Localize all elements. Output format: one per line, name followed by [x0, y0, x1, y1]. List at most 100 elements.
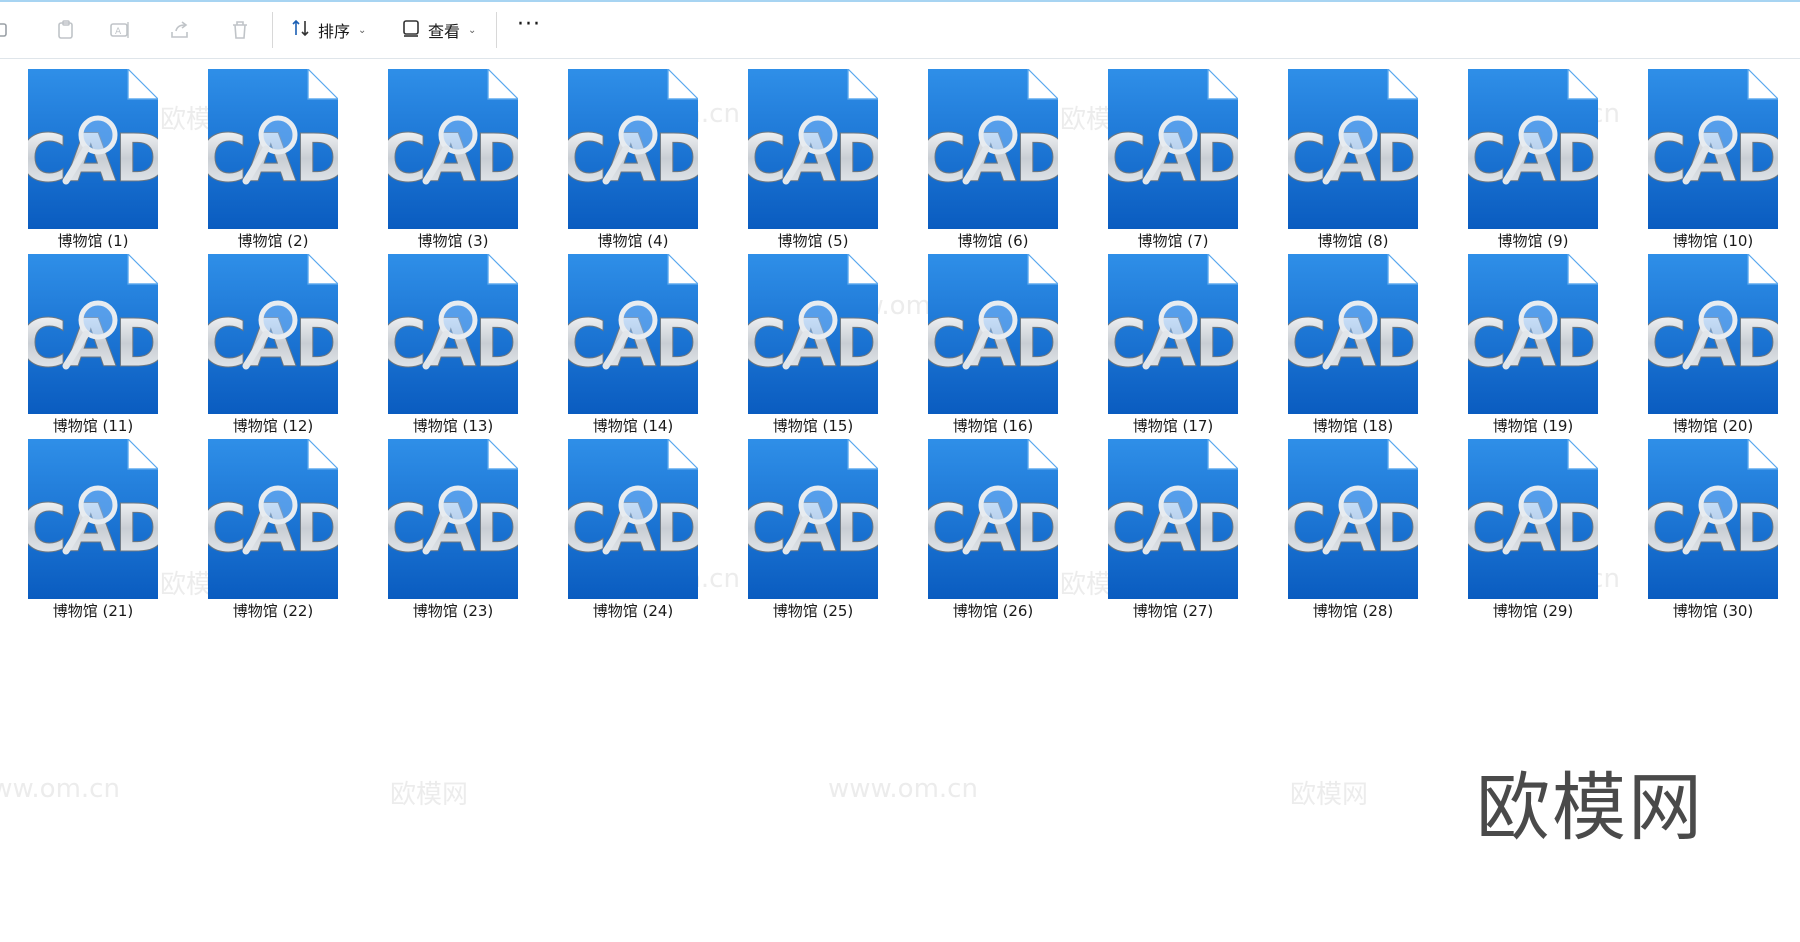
cad-file-icon: CAD	[1638, 252, 1790, 414]
cad-file-icon: CAD	[558, 437, 710, 599]
command-bar: A 排序 ⌄ 查看 ⌄ ···	[0, 2, 1800, 59]
cad-file-icon: CAD	[558, 252, 710, 414]
file-name: 博物馆 (25)	[772, 602, 854, 620]
file-item[interactable]: CAD 博物馆 (26)	[918, 437, 1098, 624]
corner-logo-watermark: 欧模网	[1476, 765, 1704, 851]
cad-file-icon: CAD	[1458, 252, 1610, 414]
file-name: 博物馆 (14)	[592, 417, 674, 435]
file-item[interactable]: CAD 博物馆 (20)	[1638, 252, 1800, 439]
file-item[interactable]: CAD 博物馆 (6)	[918, 67, 1098, 254]
file-item[interactable]: CAD 博物馆 (23)	[378, 437, 558, 624]
file-item[interactable]: CAD 博物馆 (25)	[738, 437, 918, 624]
toolbar-divider	[496, 12, 497, 48]
file-name: 博物馆 (13)	[412, 417, 494, 435]
file-name: 博物馆 (22)	[232, 602, 314, 620]
file-item[interactable]: CAD 博物馆 (24)	[558, 437, 738, 624]
sort-button[interactable]: 排序 ⌄	[290, 16, 366, 44]
file-item[interactable]: CAD 博物馆 (4)	[558, 67, 738, 254]
watermark-site: www.om.cn	[828, 774, 978, 804]
file-item[interactable]: CAD 博物馆 (3)	[378, 67, 558, 254]
file-name: 博物馆 (28)	[1312, 602, 1394, 620]
file-explorer-window: A 排序 ⌄ 查看 ⌄ ··· 欧模网 www.om.cn	[0, 0, 1800, 942]
cad-file-icon: CAD	[1278, 437, 1430, 599]
cad-file-icon: CAD	[1458, 67, 1610, 229]
cad-file-icon: CAD	[1098, 252, 1250, 414]
file-item[interactable]: CAD 博物馆 (9)	[1458, 67, 1638, 254]
toolbar-divider	[272, 12, 273, 48]
file-name: 博物馆 (4)	[597, 232, 669, 250]
file-item[interactable]: CAD 博物馆 (8)	[1278, 67, 1458, 254]
cad-file-icon: CAD	[738, 437, 890, 599]
file-item[interactable]: CAD 博物馆 (17)	[1098, 252, 1278, 439]
file-name: 博物馆 (7)	[1137, 232, 1209, 250]
view-icon	[400, 17, 422, 43]
file-name: 博物馆 (12)	[232, 417, 314, 435]
file-name: 博物馆 (16)	[952, 417, 1034, 435]
cad-file-icon: CAD	[738, 252, 890, 414]
file-item[interactable]: CAD 博物馆 (30)	[1638, 437, 1800, 624]
cad-file-icon: CAD	[1278, 67, 1430, 229]
file-name: 博物馆 (24)	[592, 602, 674, 620]
file-name: 博物馆 (11)	[52, 417, 134, 435]
file-name: 博物馆 (30)	[1672, 602, 1754, 620]
file-item[interactable]: CAD 博物馆 (7)	[1098, 67, 1278, 254]
file-name: 博物馆 (2)	[237, 232, 309, 250]
cad-file-icon: CAD	[1098, 67, 1250, 229]
cad-file-icon: CAD	[378, 252, 530, 414]
file-name: 博物馆 (29)	[1492, 602, 1574, 620]
file-item[interactable]: CAD 博物馆 (22)	[198, 437, 378, 624]
file-item[interactable]: CAD 博物馆 (16)	[918, 252, 1098, 439]
share-icon[interactable]	[168, 18, 192, 42]
cad-file-icon: CAD	[918, 437, 1070, 599]
file-name: 博物馆 (17)	[1132, 417, 1214, 435]
file-item[interactable]: CAD 博物馆 (14)	[558, 252, 738, 439]
cad-file-icon: CAD	[378, 437, 530, 599]
cad-file-icon: CAD	[1638, 67, 1790, 229]
file-name: 博物馆 (10)	[1672, 232, 1754, 250]
file-item[interactable]: CAD 博物馆 (21)	[18, 437, 198, 624]
file-item[interactable]: CAD 博物馆 (13)	[378, 252, 558, 439]
cad-file-icon: CAD	[918, 67, 1070, 229]
cad-file-icon: CAD	[18, 437, 170, 599]
file-item[interactable]: CAD 博物馆 (29)	[1458, 437, 1638, 624]
rename-icon[interactable]: A	[108, 18, 132, 42]
file-item[interactable]: CAD 博物馆 (27)	[1098, 437, 1278, 624]
cad-file-icon: CAD	[18, 252, 170, 414]
cad-file-icon: CAD	[378, 67, 530, 229]
file-item[interactable]: CAD 博物馆 (19)	[1458, 252, 1638, 439]
file-name: 博物馆 (3)	[417, 232, 489, 250]
file-name: 博物馆 (20)	[1672, 417, 1754, 435]
watermark-brand: 欧模网	[1290, 780, 1369, 810]
file-name: 博物馆 (6)	[957, 232, 1029, 250]
cad-file-icon: CAD	[1278, 252, 1430, 414]
cad-file-icon: CAD	[1638, 437, 1790, 599]
cad-file-icon: CAD	[1458, 437, 1610, 599]
delete-icon[interactable]	[228, 18, 252, 42]
chevron-down-icon: ⌄	[468, 24, 477, 36]
file-item[interactable]: CAD 博物馆 (1)	[18, 67, 198, 254]
file-name: 博物馆 (5)	[777, 232, 849, 250]
file-item[interactable]: CAD 博物馆 (10)	[1638, 67, 1800, 254]
file-item[interactable]: CAD 博物馆 (15)	[738, 252, 918, 439]
more-options-button[interactable]: ···	[516, 14, 542, 42]
watermark-site: www.om.cn	[0, 774, 120, 804]
paste-icon[interactable]	[54, 18, 78, 42]
file-name: 博物馆 (21)	[52, 602, 134, 620]
sort-icon	[290, 17, 312, 43]
cad-file-icon: CAD	[558, 67, 710, 229]
file-item[interactable]: CAD 博物馆 (28)	[1278, 437, 1458, 624]
file-name: 博物馆 (19)	[1492, 417, 1574, 435]
cad-file-icon: CAD	[1098, 437, 1250, 599]
watermark-brand: 欧模网	[390, 780, 469, 810]
view-label: 查看	[428, 22, 461, 41]
file-name: 博物馆 (27)	[1132, 602, 1214, 620]
file-item[interactable]: CAD 博物馆 (2)	[198, 67, 378, 254]
file-name: 博物馆 (18)	[1312, 417, 1394, 435]
file-item[interactable]: CAD 博物馆 (18)	[1278, 252, 1458, 439]
file-name: 博物馆 (15)	[772, 417, 854, 435]
file-item[interactable]: CAD 博物馆 (12)	[198, 252, 378, 439]
view-button[interactable]: 查看 ⌄	[400, 16, 476, 44]
copy-icon[interactable]	[0, 18, 14, 42]
file-item[interactable]: CAD 博物馆 (11)	[18, 252, 198, 439]
file-item[interactable]: CAD 博物馆 (5)	[738, 67, 918, 254]
